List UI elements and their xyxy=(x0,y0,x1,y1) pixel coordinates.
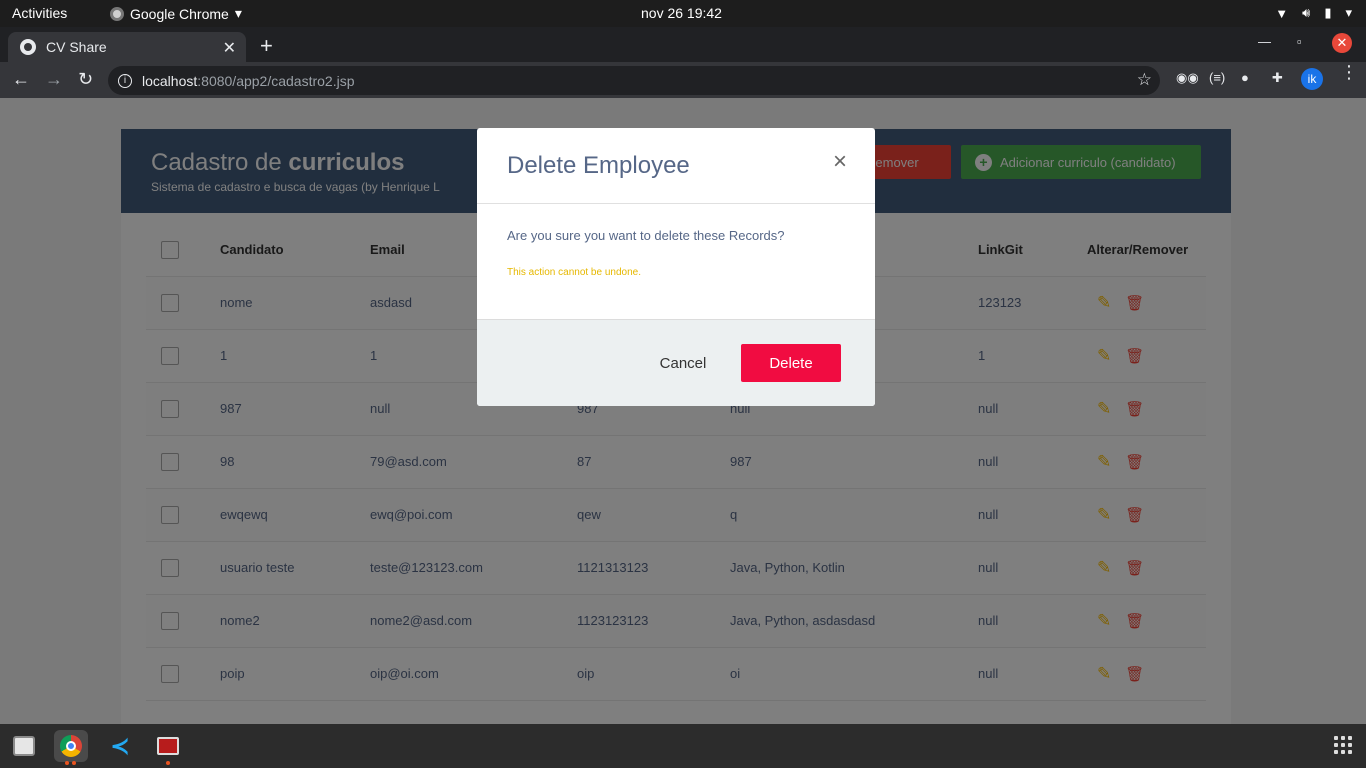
clock[interactable]: nov 26 19:42 xyxy=(641,5,722,21)
wifi-icon: ▼ xyxy=(1275,5,1289,21)
system-tray[interactable]: ▼ 🔊︎ ▮ ▾ xyxy=(1275,5,1352,21)
tab-cv-share[interactable]: CV Share ✕ xyxy=(8,32,246,62)
close-icon[interactable]: × xyxy=(833,148,847,176)
browser-toolbar: ← → ↻ i localhost :8080/app2/cadastro2.j… xyxy=(0,62,1366,98)
new-tab-button[interactable]: + xyxy=(260,33,273,59)
restore-icon[interactable]: ▫ xyxy=(1297,34,1302,49)
activities-button[interactable]: Activities xyxy=(12,5,67,21)
volume-icon: 🔊︎ xyxy=(1302,5,1311,20)
extension-owl-icon[interactable]: ◉◉ xyxy=(1176,70,1199,86)
modal-message: Are you sure you want to delete these Re… xyxy=(507,228,785,243)
reload-icon[interactable]: ↻ xyxy=(78,69,93,90)
delete-button[interactable]: Delete xyxy=(741,344,841,382)
vscode-launcher[interactable]: ≺ xyxy=(103,730,137,762)
close-tab-icon[interactable]: ✕ xyxy=(223,38,236,58)
running-indicator xyxy=(65,761,69,765)
chrome-icon xyxy=(60,735,82,757)
modal-warning: This action cannot be undone. xyxy=(507,267,641,278)
modal-header: Delete Employee × xyxy=(477,128,875,204)
window-close-button[interactable]: ✕ xyxy=(1332,33,1352,53)
url-host: localhost xyxy=(142,72,198,89)
globe-icon xyxy=(20,39,36,55)
cancel-button[interactable]: Cancel xyxy=(647,344,719,382)
extension-circle-icon[interactable]: ● xyxy=(1241,70,1249,85)
chrome-icon xyxy=(110,6,124,21)
show-applications-icon[interactable] xyxy=(1334,736,1352,754)
battery-icon: ▮ xyxy=(1324,5,1332,20)
system-top-bar: Activities Google Chrome ▾ nov 26 19:42 … xyxy=(0,0,1366,27)
caret-down-icon: ▾ xyxy=(234,5,242,21)
bookmark-star-icon[interactable]: ☆ xyxy=(1137,70,1152,90)
chrome-launcher[interactable] xyxy=(54,730,88,765)
extension-brackets-icon[interactable]: (≡) xyxy=(1209,70,1225,85)
running-indicator xyxy=(166,761,170,765)
terminal-icon xyxy=(157,737,179,755)
profile-avatar[interactable]: ik xyxy=(1301,68,1323,90)
url-path: :8080/app2/cadastro2.jsp xyxy=(197,72,355,89)
chrome-menu-icon[interactable]: ⋮ xyxy=(1340,63,1358,81)
info-icon[interactable]: i xyxy=(118,73,132,88)
tab-strip: CV Share ✕ + — ▫ ✕ xyxy=(0,27,1366,62)
taskbar-dock: ≺ xyxy=(0,724,1366,768)
tab-title: CV Share xyxy=(46,39,107,55)
files-launcher[interactable] xyxy=(7,730,41,762)
minimize-icon[interactable]: — xyxy=(1258,34,1271,49)
extensions-puzzle-icon[interactable]: ✚ xyxy=(1272,70,1283,86)
delete-employee-modal: Delete Employee × Are you sure you want … xyxy=(477,128,875,406)
back-icon[interactable]: ← xyxy=(12,69,30,90)
caret-down-icon: ▾ xyxy=(1345,5,1352,20)
vscode-icon: ≺ xyxy=(109,732,131,760)
running-indicator xyxy=(72,761,76,765)
folder-icon xyxy=(13,736,35,756)
address-bar[interactable]: i localhost :8080/app2/cadastro2.jsp ☆ xyxy=(108,66,1160,95)
forward-icon[interactable]: → xyxy=(45,69,63,90)
modal-footer: Cancel Delete xyxy=(477,319,875,406)
app-menu-label: Google Chrome xyxy=(130,5,229,22)
terminal-launcher[interactable] xyxy=(151,730,185,765)
modal-title: Delete Employee xyxy=(507,152,690,179)
app-menu[interactable]: Google Chrome ▾ xyxy=(110,5,242,22)
